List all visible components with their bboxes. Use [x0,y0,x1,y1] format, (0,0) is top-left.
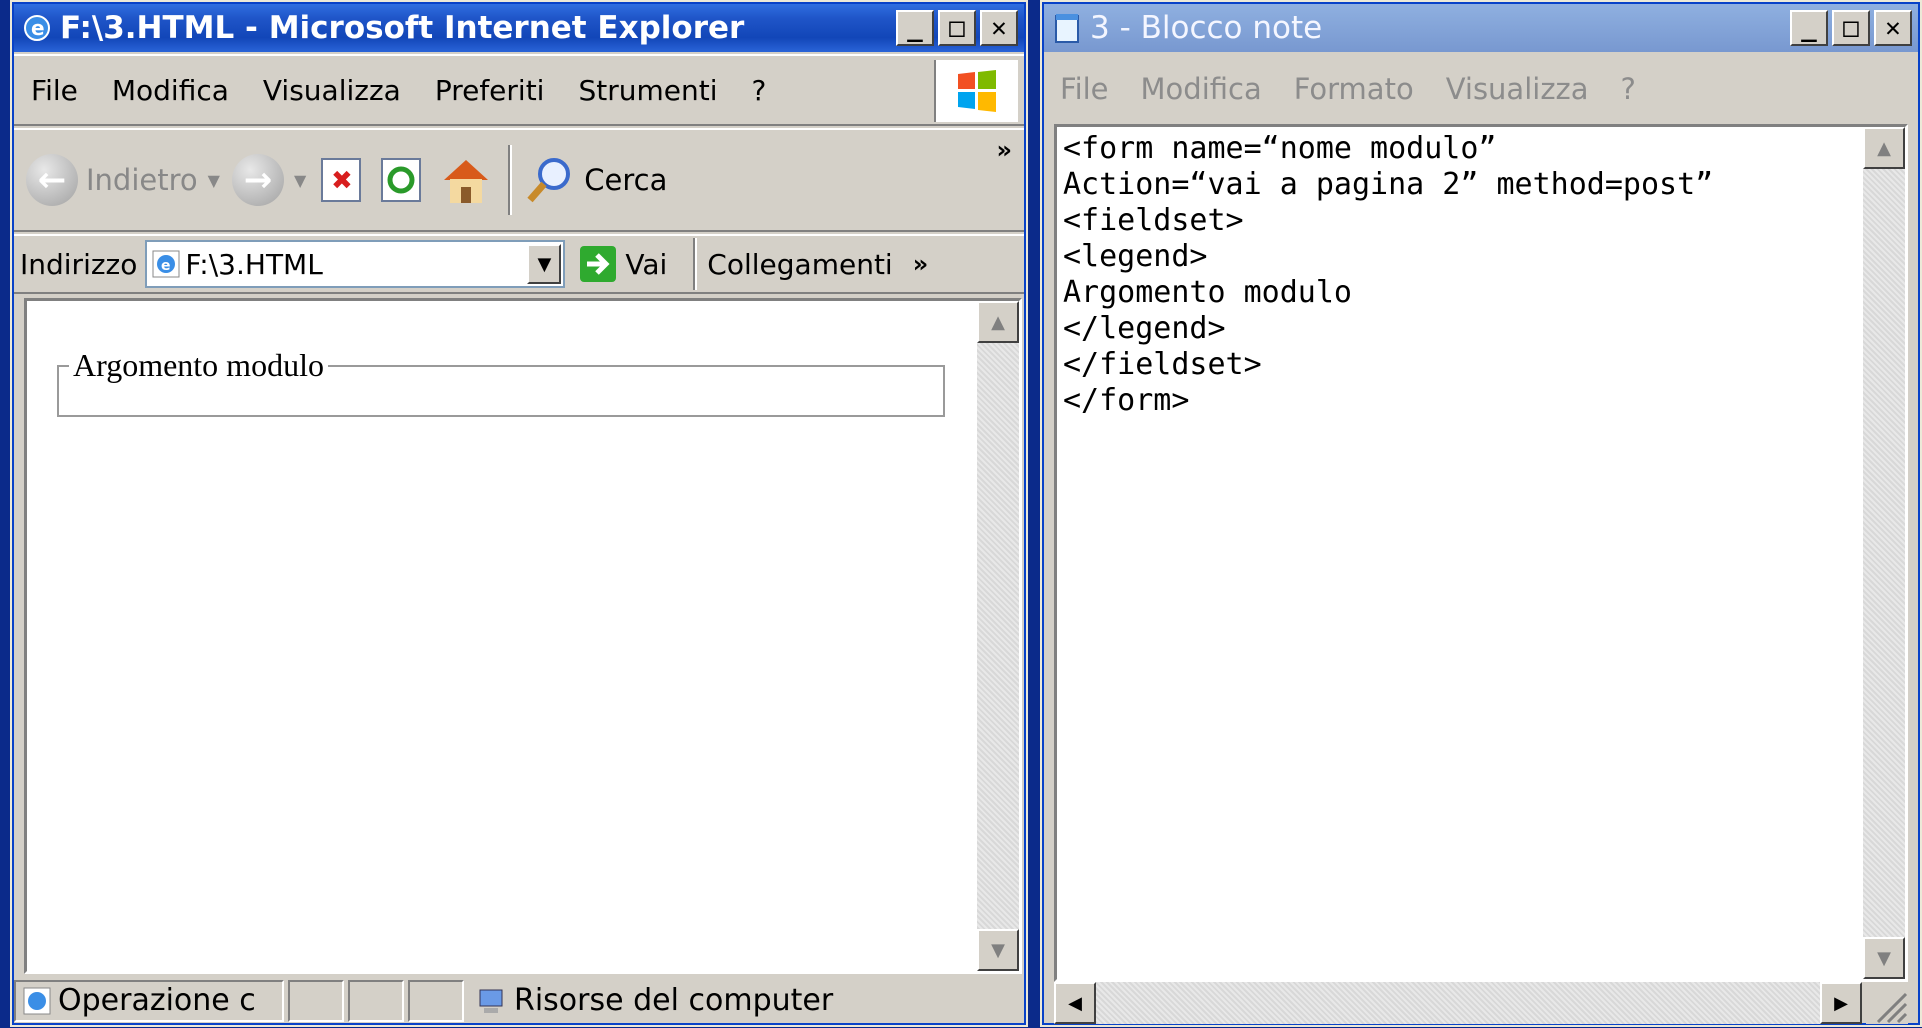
svg-text:✖: ✖ [331,166,353,196]
ie-icon: e [20,11,54,45]
go-arrow-icon [580,246,617,282]
maximize-button[interactable]: □ [938,10,976,46]
menu-preferiti[interactable]: Preferiti [418,74,562,107]
notepad-text-area[interactable]: <form name=“nome modulo” Action=“vai a p… [1054,124,1908,982]
notepad-horizontal-scrollbar[interactable]: ◀ ▶ [1054,982,1862,1024]
fieldset-legend: Argomento modulo [73,347,324,383]
forward-dropdown-icon[interactable]: ▼ [294,171,306,190]
ie-toolbar: ← Indietro ▼ → ▼ ✖ Cerca » [14,128,1024,232]
resize-grip-icon[interactable] [1866,982,1908,1024]
ie-page-content: Argomento modulo ▲ ▼ [24,298,1022,974]
address-value: F:\3.HTML [185,247,323,281]
address-dropdown-icon[interactable]: ▼ [527,244,562,284]
search-label: Cerca [584,163,668,197]
computer-icon [479,989,503,1013]
np-menu-file[interactable]: File [1044,72,1125,106]
menu-strumenti[interactable]: Strumenti [561,74,734,107]
np-menu-formato[interactable]: Formato [1278,72,1430,106]
notepad-menubar: File Modifica Formato Visualizza ? [1044,56,1918,122]
stop-button[interactable]: ✖ [318,155,366,205]
np-scroll-down-icon[interactable]: ▼ [1863,937,1905,979]
menu-modifica[interactable]: Modifica [95,74,246,107]
minimize-button[interactable]: _ [896,10,934,46]
forward-arrow-icon: → [231,154,284,206]
np-menu-help[interactable]: ? [1605,72,1652,106]
status-text: Operazione c [58,983,256,1018]
scroll-left-icon[interactable]: ◀ [1054,982,1096,1024]
stop-icon: ✖ [321,158,362,202]
menu-file[interactable]: File [14,74,95,107]
notepad-title: 3 - Blocco note [1090,10,1323,46]
page-icon: e [152,250,180,278]
home-icon [444,160,489,203]
refresh-icon [381,158,422,202]
svg-text:e: e [31,16,45,40]
status-pane-3 [348,979,404,1022]
back-label: Indietro [86,163,198,197]
links-button[interactable]: Collegamenti [707,248,892,281]
notepad-icon [1050,11,1084,45]
status-text-pane: Operazione c [14,979,284,1022]
np-menu-visualizza[interactable]: Visualizza [1430,72,1605,106]
status-pane-2 [288,979,344,1022]
ie-title: F:\3.HTML - Microsoft Internet Explorer [60,10,745,46]
menu-visualizza[interactable]: Visualizza [246,74,418,107]
toolbar-separator [508,145,513,215]
go-button[interactable]: Vai [579,245,667,283]
notepad-minimize-button[interactable]: _ [1790,10,1828,46]
menu-help[interactable]: ? [734,74,783,107]
status-pane-4 [408,979,464,1022]
scroll-up-icon[interactable]: ▲ [977,301,1019,343]
form-fieldset: Argomento modulo [57,347,945,417]
notepad-window: 3 - Blocco note _ □ ✕ File Modifica Form… [1040,0,1922,1027]
status-zone: Risorse del computer [514,983,834,1018]
back-dropdown-icon[interactable]: ▼ [208,171,220,190]
ie-statusbar: Operazione c Risorse del computer [14,978,1024,1023]
np-scroll-up-icon[interactable]: ▲ [1863,127,1905,169]
address-label: Indirizzo [20,247,138,281]
status-zone-pane: Risorse del computer [468,980,1020,1022]
go-label: Vai [625,247,668,281]
ie-addressbar: Indirizzo e F:\3.HTML ▼ Vai Collegamenti… [14,234,1024,294]
ie-vertical-scrollbar[interactable]: ▲ ▼ [977,301,1019,971]
np-menu-modifica[interactable]: Modifica [1125,72,1278,106]
links-chevron-icon[interactable]: » [913,250,929,278]
toolbar-chevron-icon[interactable]: » [996,136,1012,164]
address-separator [693,238,698,290]
refresh-button[interactable] [378,155,426,205]
scroll-down-icon[interactable]: ▼ [977,929,1019,971]
notepad-maximize-button[interactable]: □ [1832,10,1870,46]
close-button[interactable]: ✕ [980,10,1018,46]
ie-titlebar[interactable]: e F:\3.HTML - Microsoft Internet Explore… [14,4,1024,52]
back-button[interactable]: ← Indietro ▼ [26,154,220,206]
address-input[interactable]: e F:\3.HTML ▼ [145,240,566,288]
forward-button[interactable]: → ▼ [231,154,306,206]
home-button[interactable] [438,152,494,208]
ie-window: e F:\3.HTML - Microsoft Internet Explore… [10,0,1028,1027]
notepad-close-button[interactable]: ✕ [1874,10,1912,46]
notepad-vertical-scrollbar[interactable]: ▲ ▼ [1863,127,1905,979]
scroll-right-icon[interactable]: ▶ [1820,982,1862,1024]
notepad-content: <form name=“nome modulo” Action=“vai a p… [1063,131,1714,418]
notepad-titlebar[interactable]: 3 - Blocco note _ □ ✕ [1044,4,1918,52]
status-ie-icon [23,987,51,1014]
search-icon [527,158,571,203]
search-button[interactable]: Cerca [524,154,667,206]
svg-text:e: e [161,258,171,274]
ie-menubar: File Modifica Visualizza Preferiti Strum… [14,54,1024,126]
windows-logo-icon [934,60,1018,122]
back-arrow-icon: ← [26,154,78,206]
